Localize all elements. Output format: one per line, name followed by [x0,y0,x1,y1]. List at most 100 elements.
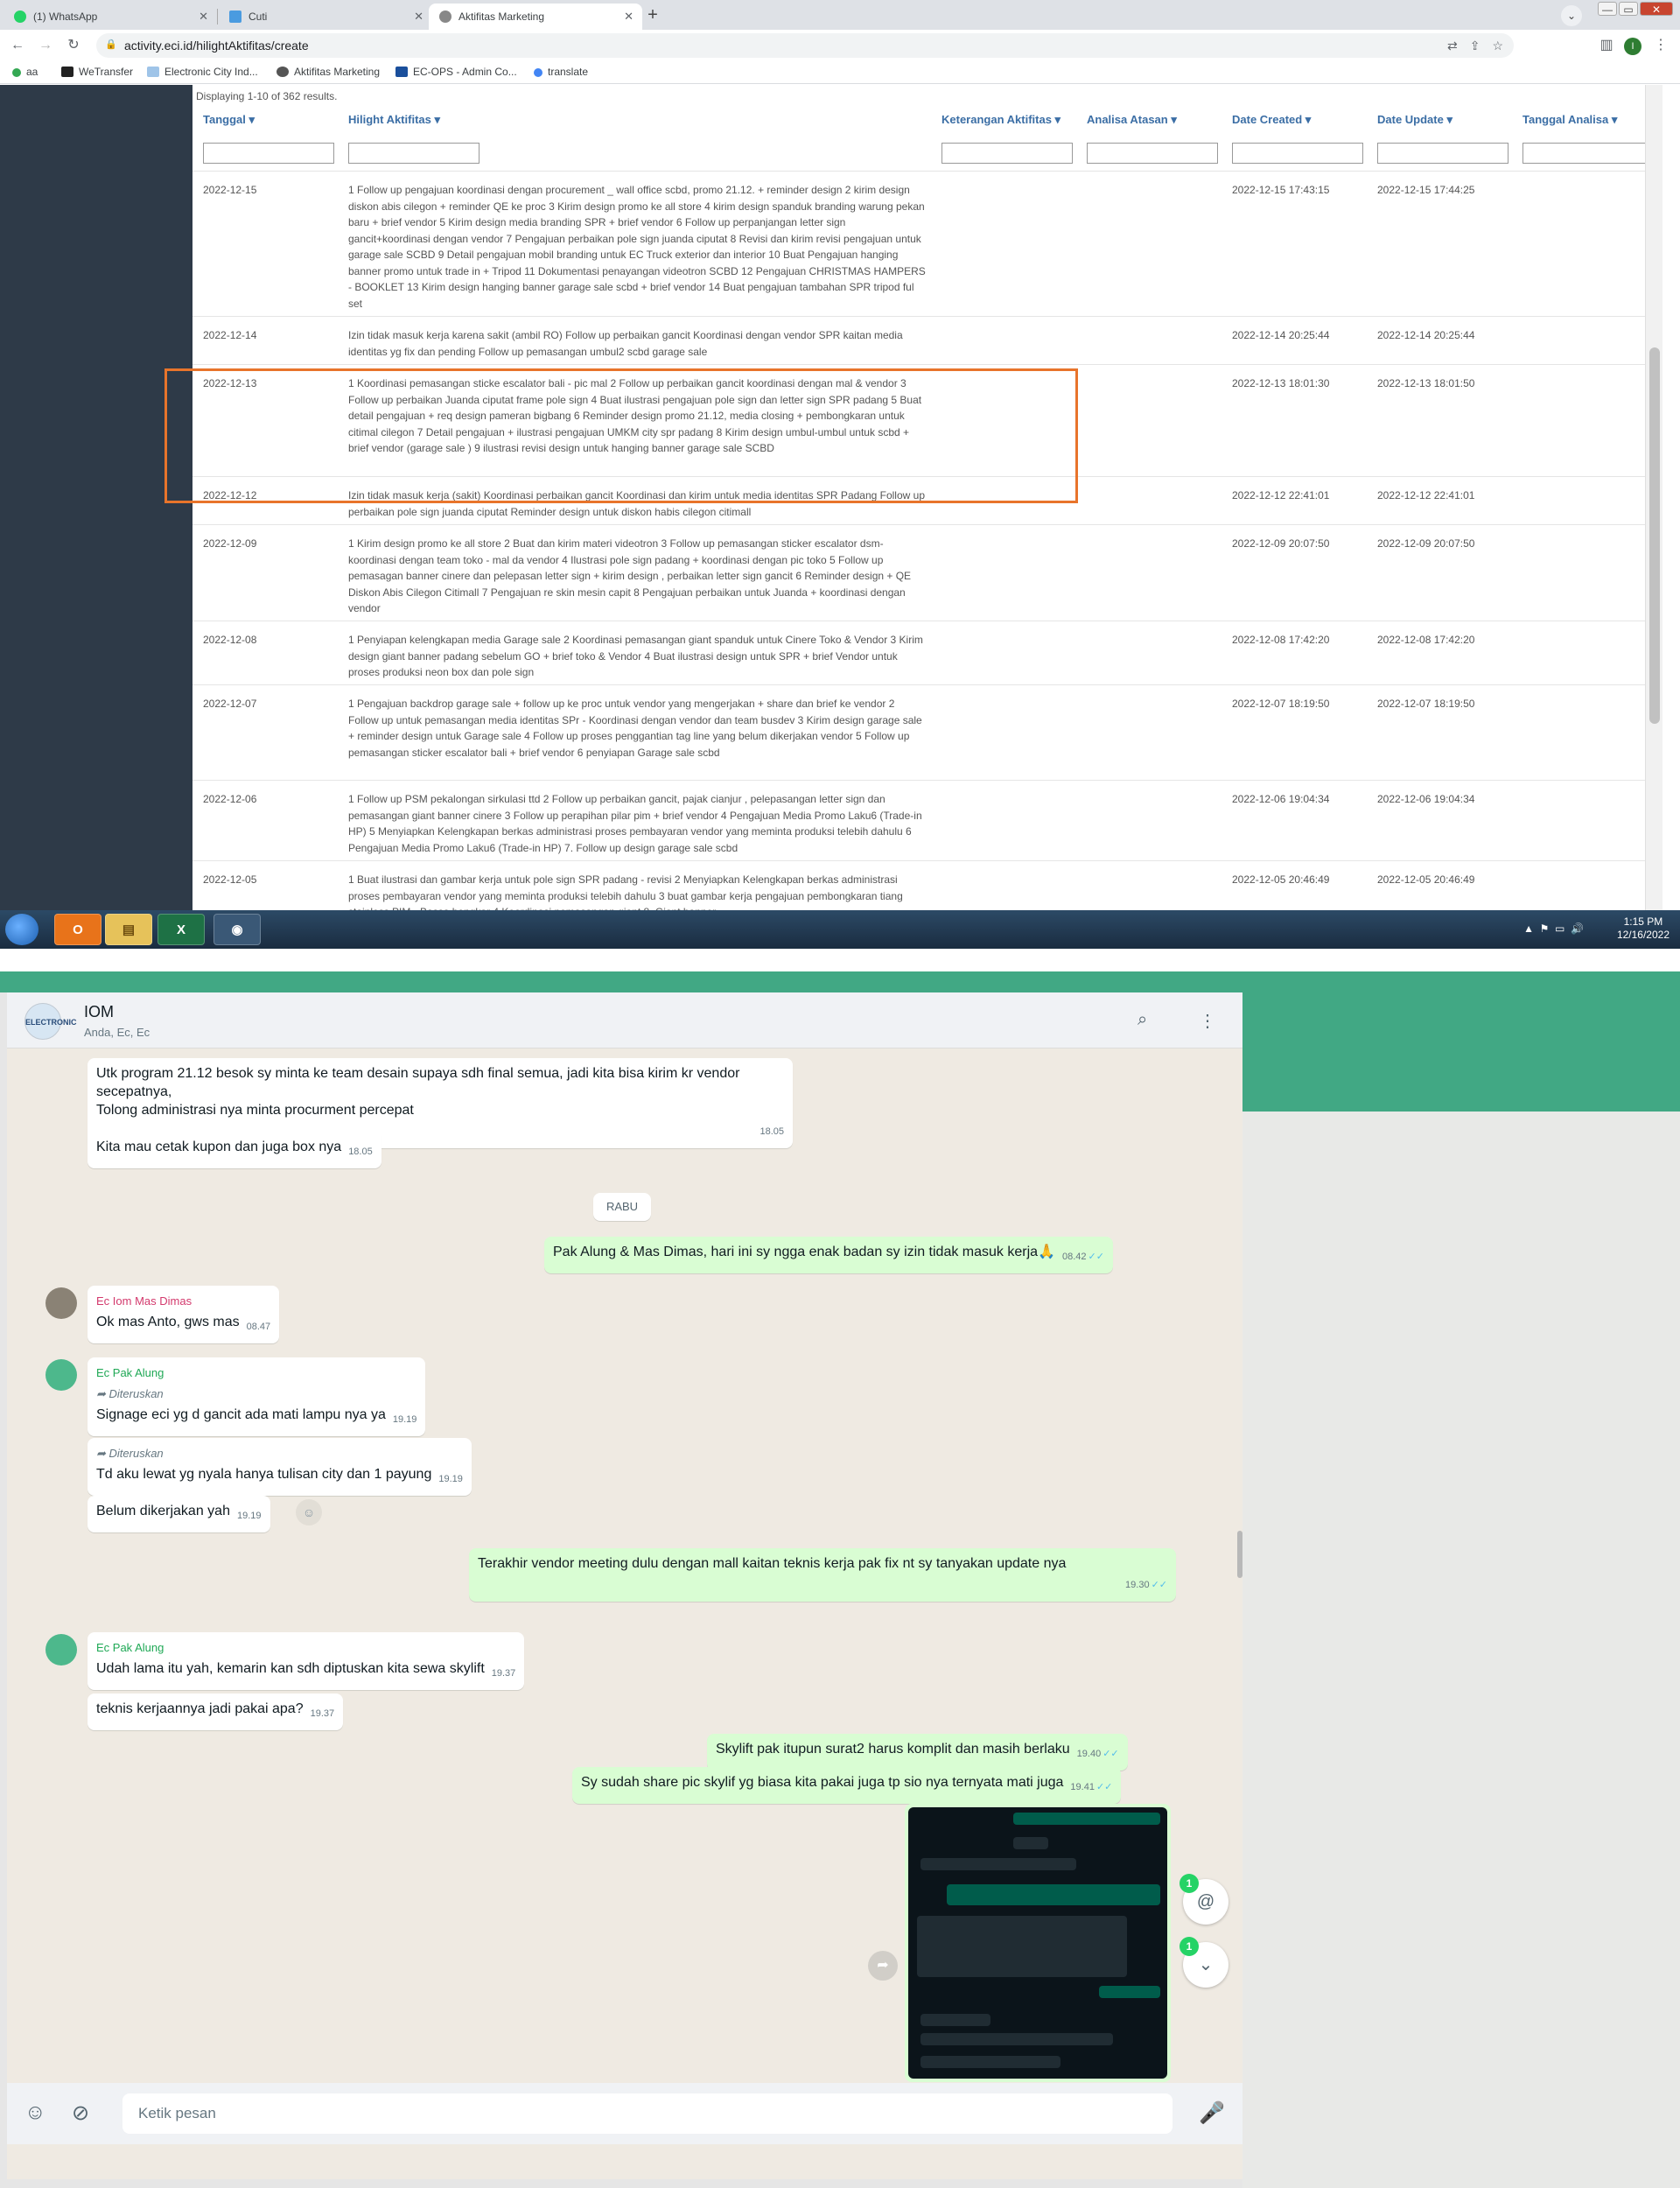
message-time: 19.30 [1125,1580,1150,1590]
message-time: 18.05 [348,1147,373,1157]
image-detail [917,1916,1127,1977]
system-clock[interactable]: 1:15 PM 12/16/2022 [1617,915,1670,942]
filter-date-update-input[interactable] [1377,143,1508,164]
message-bubble-outgoing[interactable]: Terakhir vendor meeting dulu dengan mall… [469,1548,1176,1602]
sender-name[interactable]: Ec Iom Mas Dimas [96,1292,270,1310]
column-header-tanggal-analisa[interactable]: Tanggal Analisa ▾ [1522,113,1617,127]
tab-search-chevron-icon[interactable]: ⌄ [1561,5,1582,26]
outlook-icon[interactable]: O [54,914,102,945]
close-icon[interactable]: ✕ [199,4,208,30]
forward-icon[interactable]: ➦ [868,1951,898,1981]
message-bubble[interactable]: ➦ Diteruskan Td aku lewat yg nyala hanya… [88,1438,472,1496]
globe-icon [439,11,452,23]
message-bubble[interactable]: Kita mau cetak kupon dan juga box nya 18.… [88,1132,382,1168]
menu-kebab-icon[interactable]: ⋮ [1650,35,1671,56]
column-header-hilight[interactable]: Hilight Aktifitas ▾ [348,113,440,127]
chat-screenshot-image[interactable] [908,1807,1167,2079]
tab-separator [217,9,218,25]
message-bubble-outgoing[interactable]: Sy sudah share pic skylif yg biasa kita … [572,1767,1122,1804]
share-icon[interactable]: ⇪ [1470,39,1480,53]
sender-name[interactable]: Ec Pak Alung [96,1364,416,1382]
folder-icon[interactable]: ▤ [105,914,152,945]
close-icon[interactable]: ✕ [414,4,424,30]
message-input[interactable]: Ketik pesan [122,2093,1172,2134]
bookmark-electronic-city[interactable]: Electronic City Ind... [147,66,258,78]
message-bubble[interactable]: Ec Iom Mas Dimas Ok mas Anto, gws mas 08.… [88,1286,280,1343]
reload-icon[interactable]: ↻ [63,35,84,56]
image-message[interactable] [905,1804,1171,2082]
compose-bar: ☺ ⊘ Ketik pesan 🎤 [7,2083,1242,2144]
filter-tanggal-input[interactable] [203,143,334,164]
wetransfer-icon [61,67,74,77]
emoji-icon[interactable]: ☺ [24,2100,46,2125]
message-bubble[interactable]: teknis kerjaannya jadi pakai apa? 19.37 [88,1694,344,1730]
profile-avatar[interactable]: I [1622,35,1643,56]
side-panel-icon[interactable]: ▥ [1596,35,1617,56]
filter-tanggal-analisa-input[interactable] [1522,143,1654,164]
message-bubble-outgoing[interactable]: Skylift pak itupun surat2 harus komplit … [707,1734,1128,1771]
filter-hilight-input[interactable] [348,143,480,164]
address-bar[interactable]: 🔒 activity.eci.id/hilightAktifitas/creat… [96,33,1514,58]
mention-button[interactable]: @ 1 [1180,1874,1228,1925]
window-close-icon[interactable]: ✕ [1640,2,1673,16]
column-header-tanggal[interactable]: Tanggal ▾ [203,113,255,127]
avatar[interactable] [46,1287,77,1319]
tab-aktifitas-marketing[interactable]: Aktifitas Marketing ✕ [429,4,642,30]
chrome-icon[interactable]: ◉ [214,914,261,945]
at-icon: @ [1196,1892,1215,1911]
maximize-icon[interactable]: ▭ [1619,2,1638,16]
bookmark-ec-ops[interactable]: EC-OPS - Admin Co... [396,66,517,78]
sender-name[interactable]: Ec Pak Alung [96,1638,515,1657]
table-row: 2022-12-09 1 Kirim design promo ke all s… [192,524,1645,621]
scroll-to-bottom-button[interactable]: ⌄ 1 [1180,1937,1228,1988]
excel-icon[interactable]: X [158,914,205,945]
column-header-analisa[interactable]: Analisa Atasan ▾ [1087,113,1177,127]
tab-cuti[interactable]: Cuti ✕ [219,4,432,30]
chat-scrollbar[interactable] [1237,1531,1242,1578]
message-time: 08.42 [1061,1252,1087,1262]
column-header-date-created[interactable]: Date Created ▾ [1232,113,1311,127]
message-bubble[interactable]: Ec Pak Alung ➦ Diteruskan Signage eci yg… [88,1357,426,1436]
bookmark-aa[interactable]: aa [12,66,38,78]
system-tray-icons[interactable]: ▲ ⚑ ▭ 🔊 [1523,922,1584,935]
bookmark-label: Aktifitas Marketing [294,66,381,78]
bookmark-label: EC-OPS - Admin Co... [413,66,517,78]
message-text: Udah lama itu yah, kemarin kan sdh diptu… [96,1661,485,1676]
group-avatar[interactable]: ELECTRONIC CITY [24,1003,77,1063]
new-tab-button[interactable]: + [640,4,665,27]
message-bubble[interactable]: Belum dikerjakan yah 19.19 [88,1496,270,1532]
back-arrow-icon[interactable]: ← [7,35,28,56]
emoji-reaction-icon[interactable]: ☺ [296,1499,322,1525]
avatar[interactable] [46,1359,77,1391]
avatar[interactable] [46,1634,77,1666]
chat-header[interactable]: ELECTRONIC CITY IOM Anda, Ec, Ec ⌕ ⋮ [7,992,1242,1063]
translate-icon[interactable]: ⇄ [1447,39,1458,53]
filter-keterangan-input[interactable] [942,143,1073,164]
tab-whatsapp[interactable]: (1) WhatsApp ✕ [4,4,217,30]
bookmark-aktifitas-marketing[interactable]: Aktifitas Marketing [276,66,380,78]
scrollbar-thumb[interactable] [1649,347,1660,724]
message-list[interactable]: Utk program 21.12 besok sy minta ke team… [7,1049,1242,2083]
close-icon[interactable]: ✕ [624,4,634,30]
bookmark-star-icon[interactable]: ☆ [1492,39,1503,53]
column-header-date-update[interactable]: Date Update ▾ [1377,113,1452,127]
bookmark-wetransfer[interactable]: WeTransfer [61,66,133,78]
message-bubble-outgoing[interactable]: Pak Alung & Mas Dimas, hari ini sy ngga … [544,1237,1113,1273]
clock-date: 12/16/2022 [1616,929,1670,941]
windows-start-icon[interactable] [5,914,38,945]
column-header-keterangan[interactable]: Keterangan Aktifitas ▾ [942,113,1060,127]
message-time: 19.37 [491,1668,516,1679]
message-bubble[interactable]: Ec Pak Alung Udah lama itu yah, kemarin … [88,1632,525,1690]
forward-arrow-icon[interactable]: → [35,35,56,56]
search-icon[interactable]: ⌕ [1138,1010,1147,1030]
filter-date-created-input[interactable] [1232,143,1363,164]
filter-analisa-input[interactable] [1087,143,1218,164]
bookmark-translate[interactable]: translate [534,66,588,78]
attach-paperclip-icon[interactable]: ⊘ [72,2100,89,2126]
menu-kebab-icon[interactable]: ⋮ [1199,1010,1216,1032]
microphone-icon[interactable]: 🎤 [1199,2100,1225,2126]
minimize-icon[interactable]: — [1598,2,1617,16]
row-hilight-text: 1 Follow up pengajuan koordinasi dengan … [348,184,926,310]
page-scrollbar[interactable] [1645,85,1662,910]
row-date-created: 2022-12-13 18:01:30 [1232,377,1330,389]
